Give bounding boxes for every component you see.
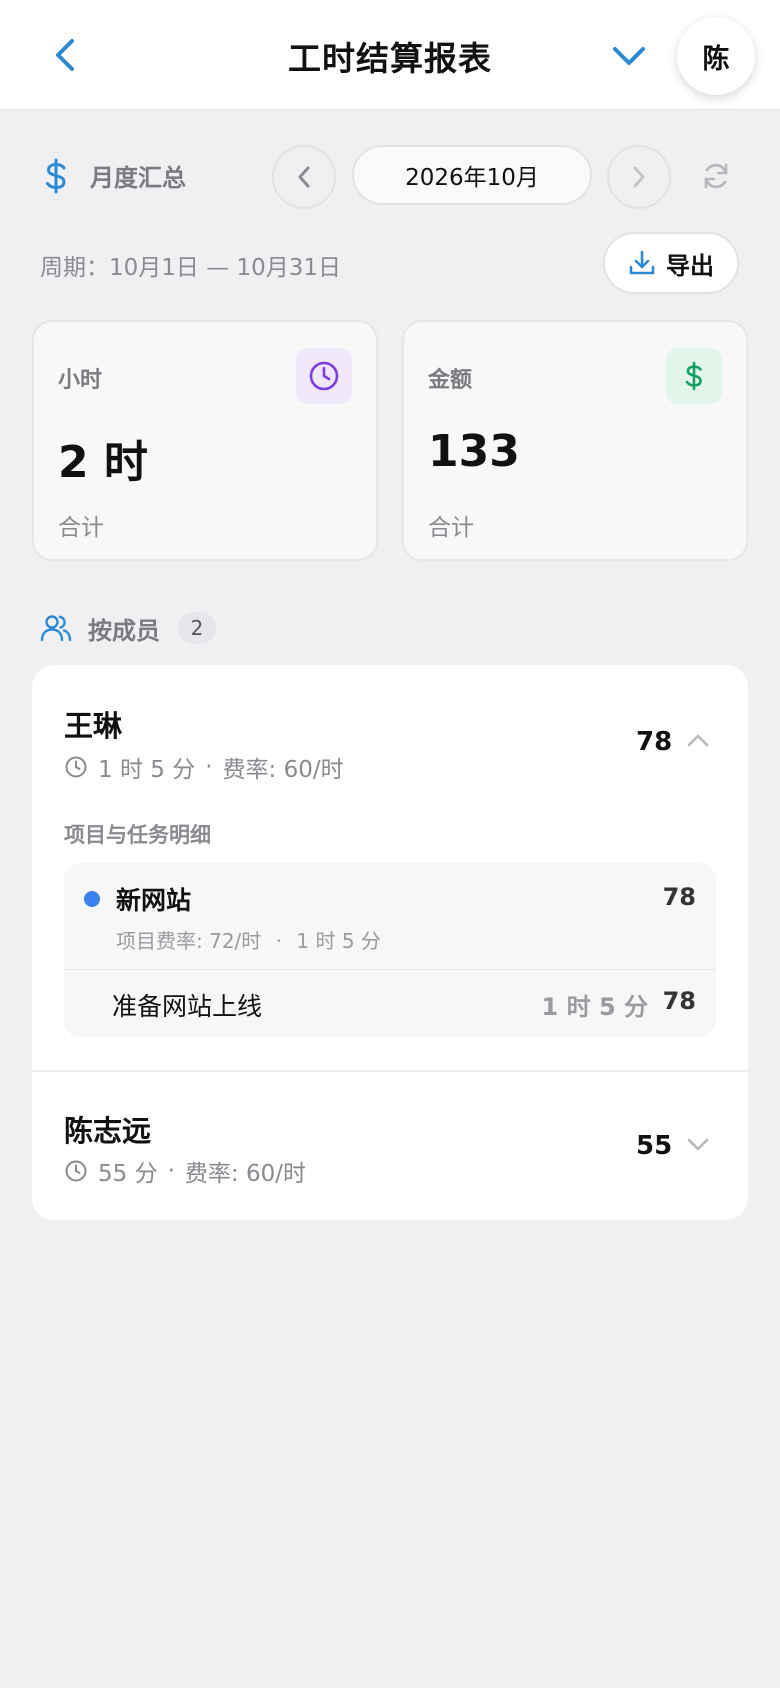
export-label: 导出 bbox=[666, 251, 714, 280]
dollar-icon bbox=[46, 158, 66, 194]
divider bbox=[32, 1070, 748, 1072]
task-time: 1 时 5 分 bbox=[541, 993, 648, 1021]
summary-label: 月度汇总 bbox=[90, 164, 186, 192]
title-dropdown-button[interactable] bbox=[604, 34, 654, 78]
members-section-label: 按成员 bbox=[88, 616, 160, 645]
collapse-button[interactable] bbox=[683, 725, 713, 755]
next-month-button[interactable] bbox=[607, 145, 671, 209]
hours-card-label: 小时 bbox=[58, 368, 103, 393]
meta-separator: · bbox=[205, 754, 213, 780]
task-amount: 78 bbox=[662, 987, 696, 1015]
prev-month-button[interactable] bbox=[272, 145, 336, 209]
month-selector[interactable]: 2026年10月 bbox=[352, 145, 592, 205]
meta-separator: · bbox=[275, 929, 283, 953]
member-rate: 费率: 60/时 bbox=[184, 1161, 306, 1187]
chevron-left-icon bbox=[298, 166, 310, 188]
member-rate: 费率: 60/时 bbox=[222, 757, 344, 783]
hours-card: 小时 2 时 合计 bbox=[32, 320, 378, 561]
expand-button[interactable] bbox=[683, 1130, 713, 1160]
chevron-down-icon bbox=[687, 1138, 709, 1151]
clock-icon bbox=[309, 361, 339, 391]
member-amount: 55 bbox=[636, 1131, 673, 1161]
member-meta: 1 时 5 分 · 费率: 60/时 bbox=[64, 750, 344, 784]
amount-card-label: 金额 bbox=[428, 368, 473, 393]
amount-card-sub: 合计 bbox=[428, 515, 474, 541]
member-meta: 55 分 · 费率: 60/时 bbox=[64, 1154, 306, 1188]
hours-card-icon-box bbox=[296, 348, 352, 404]
download-icon bbox=[629, 250, 655, 275]
divider bbox=[64, 969, 716, 970]
clock-icon bbox=[65, 756, 87, 778]
project-breakdown: 新网站 78 项目费率: 72/时 · 1 时 5 分 准备网站上线 1 时 5… bbox=[64, 863, 716, 1037]
dollar-icon bbox=[685, 361, 702, 391]
clock-icon bbox=[65, 1160, 87, 1182]
project-meta: 项目费率: 72/时 · 1 时 5 分 bbox=[116, 925, 381, 954]
users-icon bbox=[40, 615, 72, 642]
period-text: 周期：10月1日 — 10月31日 bbox=[40, 255, 342, 281]
avatar[interactable]: 陈 bbox=[677, 17, 755, 95]
page-title: 工时结算报表 bbox=[288, 39, 492, 78]
export-button[interactable]: 导出 bbox=[603, 232, 739, 294]
task-name: 准备网站上线 bbox=[112, 992, 263, 1021]
members-count-badge: 2 bbox=[178, 612, 216, 644]
member-time: 1 时 5 分 bbox=[98, 757, 196, 783]
members-section-header: 按成员 2 bbox=[40, 608, 216, 648]
refresh-button[interactable] bbox=[696, 156, 736, 196]
chevron-down-icon bbox=[613, 47, 645, 65]
project-time: 1 时 5 分 bbox=[296, 929, 381, 953]
refresh-icon bbox=[704, 163, 728, 189]
top-bar: 工时结算报表 陈 bbox=[0, 0, 780, 110]
amount-card: 金额 133 合计 bbox=[402, 320, 748, 561]
chevron-up-icon bbox=[687, 734, 709, 747]
hours-card-value: 2 时 bbox=[58, 437, 148, 488]
amount-card-icon-box bbox=[666, 348, 722, 404]
members-list: 王琳 1 时 5 分 · 费率: 60/时 78 项目与任务明细 新网站 78 … bbox=[32, 665, 748, 1220]
meta-separator: · bbox=[167, 1158, 175, 1184]
amount-card-value: 133 bbox=[428, 426, 520, 477]
member-time: 55 分 bbox=[98, 1161, 158, 1187]
project-color-dot bbox=[84, 891, 100, 907]
detail-title: 项目与任务明细 bbox=[64, 823, 211, 847]
member-name: 陈志远 bbox=[64, 1114, 152, 1148]
member-amount: 78 bbox=[636, 727, 673, 757]
project-amount: 78 bbox=[662, 883, 696, 911]
project-name: 新网站 bbox=[116, 886, 192, 915]
member-name: 王琳 bbox=[64, 709, 123, 743]
hours-card-sub: 合计 bbox=[58, 515, 104, 541]
chevron-right-icon bbox=[633, 166, 645, 188]
project-rate: 项目费率: 72/时 bbox=[116, 929, 262, 953]
